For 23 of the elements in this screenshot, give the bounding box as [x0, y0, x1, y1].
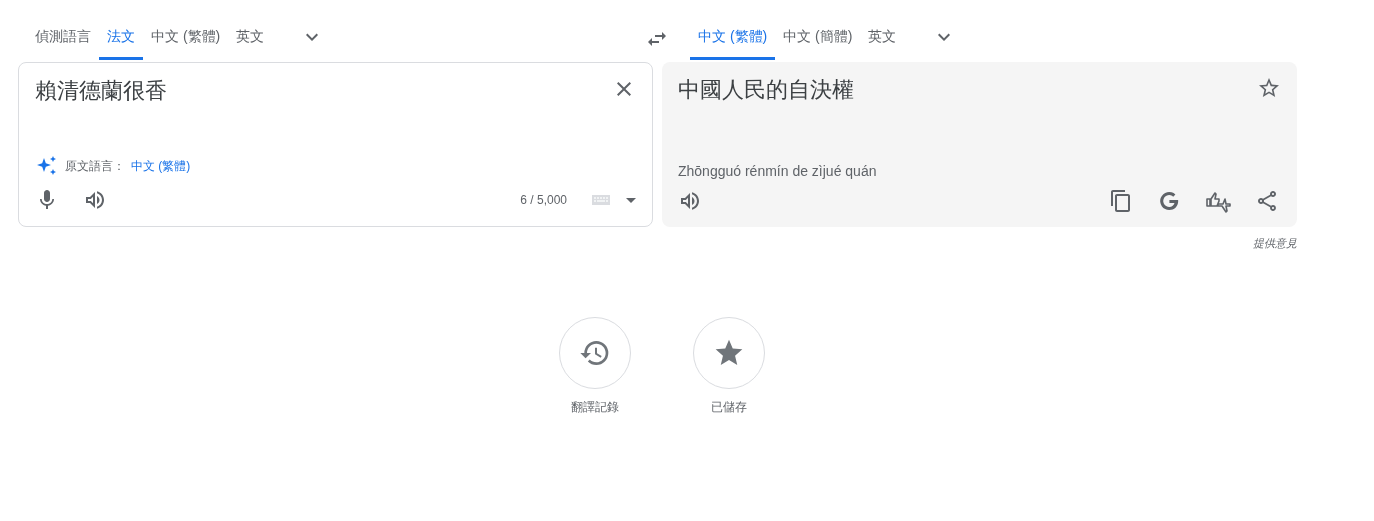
share-icon[interactable] [1255, 189, 1279, 213]
language-tab[interactable]: 英文 [228, 14, 273, 60]
star-outline-icon[interactable] [1257, 76, 1281, 100]
source-text[interactable]: 賴清德蘭很香 [35, 77, 167, 105]
translation-text: 中國人民的自決權 [678, 76, 854, 104]
copy-icon[interactable] [1109, 189, 1133, 213]
romanization-text: Zhōngguó rénmín de zìjué quán [677, 163, 878, 179]
shortcut-label: 已儲存 [710, 399, 747, 416]
language-tab[interactable]: 中文 (繁體) [143, 14, 229, 60]
detected-language-link[interactable]: 中文 (繁體) [131, 157, 191, 175]
caret-icon[interactable] [626, 197, 636, 203]
g-letter-icon[interactable] [1157, 189, 1181, 213]
shortcut-label: 翻譯記錄 [570, 399, 619, 416]
speaker-icon[interactable] [83, 188, 107, 212]
thumbs-up-down-icon[interactable] [1205, 189, 1231, 213]
language-tab[interactable]: 英文 [860, 14, 905, 60]
language-tab[interactable]: 偵測語言 [27, 14, 99, 60]
speaker-icon[interactable] [678, 189, 702, 213]
character-count: 6 / 5,000 [520, 193, 567, 207]
feedback-link[interactable]: 提供意見 [1253, 237, 1297, 249]
language-tab[interactable]: 法文 [99, 14, 143, 60]
language-tab[interactable]: 中文 (簡體) [775, 14, 861, 60]
detected-language-label: 原文語言： [65, 157, 125, 175]
